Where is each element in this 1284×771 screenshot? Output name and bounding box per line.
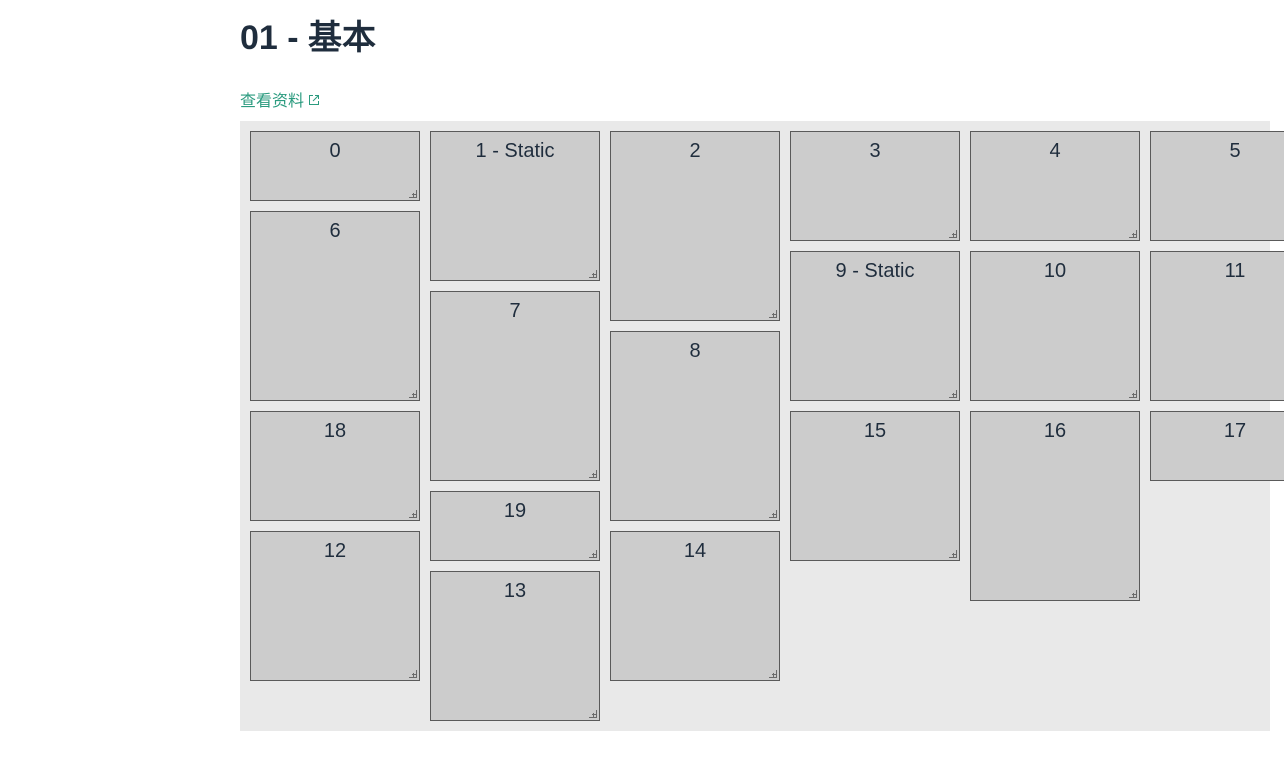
grid-item-label: 4 bbox=[1049, 140, 1060, 162]
grid-item-item-10[interactable]: 10 bbox=[970, 251, 1140, 401]
grid-item-item-5[interactable]: 5 bbox=[1150, 131, 1284, 241]
grid-item-label: 3 bbox=[869, 140, 880, 162]
grid-item-item-17[interactable]: 17 bbox=[1150, 411, 1284, 481]
view-docs-link[interactable]: 查看资料 bbox=[240, 87, 320, 111]
grid-item-label: 9 - Static bbox=[836, 260, 915, 282]
view-docs-label: 查看资料 bbox=[240, 87, 304, 111]
grid-item-label: 0 bbox=[329, 140, 340, 162]
grid-item-item-11[interactable]: 11 bbox=[1150, 251, 1284, 401]
resize-handle-icon[interactable] bbox=[587, 708, 597, 718]
grid-item-label: 7 bbox=[509, 300, 520, 322]
resize-handle-icon[interactable] bbox=[767, 308, 777, 318]
resize-handle-icon bbox=[947, 388, 957, 398]
grid-item-item-7[interactable]: 7 bbox=[430, 291, 600, 481]
resize-handle-icon[interactable] bbox=[407, 668, 417, 678]
grid-item-item-2[interactable]: 2 bbox=[610, 131, 780, 321]
resize-handle-icon[interactable] bbox=[947, 228, 957, 238]
resize-handle-icon[interactable] bbox=[407, 508, 417, 518]
grid-item-label: 17 bbox=[1224, 420, 1246, 442]
grid-item-label: 12 bbox=[324, 540, 346, 562]
resize-handle-icon[interactable] bbox=[587, 548, 597, 558]
grid-item-item-15[interactable]: 15 bbox=[790, 411, 960, 561]
grid-item-item-12[interactable]: 12 bbox=[250, 531, 420, 681]
page-title: 01 - 基本 bbox=[240, 10, 1244, 59]
grid-layout[interactable]: 0 1 - Static 2 3 4 5 6 7 8 9 - Static 10 11 12 13 14 15… bbox=[240, 121, 1270, 731]
resize-handle-icon[interactable] bbox=[767, 508, 777, 518]
grid-item-item-16[interactable]: 16 bbox=[970, 411, 1140, 601]
resize-handle-icon[interactable] bbox=[407, 188, 417, 198]
resize-handle-icon[interactable] bbox=[1127, 228, 1137, 238]
resize-handle-icon[interactable] bbox=[947, 548, 957, 558]
grid-item-label: 2 bbox=[689, 140, 700, 162]
grid-item-label: 14 bbox=[684, 540, 706, 562]
external-link-icon bbox=[308, 93, 320, 105]
grid-item-item-19[interactable]: 19 bbox=[430, 491, 600, 561]
grid-item-label: 11 bbox=[1225, 260, 1246, 282]
resize-handle-icon[interactable] bbox=[1127, 388, 1137, 398]
grid-item-label: 5 bbox=[1229, 140, 1240, 162]
resize-handle-icon[interactable] bbox=[407, 388, 417, 398]
grid-item-item-8[interactable]: 8 bbox=[610, 331, 780, 521]
resize-handle-icon[interactable] bbox=[1127, 588, 1137, 598]
grid-item-label: 6 bbox=[329, 220, 340, 242]
grid-item-item-3[interactable]: 3 bbox=[790, 131, 960, 241]
grid-item-item-0[interactable]: 0 bbox=[250, 131, 420, 201]
grid-item-item-9: 9 - Static bbox=[790, 251, 960, 401]
grid-item-item-13[interactable]: 13 bbox=[430, 571, 600, 721]
grid-item-item-4[interactable]: 4 bbox=[970, 131, 1140, 241]
grid-item-item-14[interactable]: 14 bbox=[610, 531, 780, 681]
grid-item-label: 8 bbox=[689, 340, 700, 362]
grid-item-label: 16 bbox=[1044, 420, 1066, 442]
grid-item-item-18[interactable]: 18 bbox=[250, 411, 420, 521]
grid-item-item-1: 1 - Static bbox=[430, 131, 600, 281]
grid-item-label: 1 - Static bbox=[476, 140, 555, 162]
grid-item-label: 19 bbox=[504, 500, 526, 522]
resize-handle-icon[interactable] bbox=[587, 468, 597, 478]
resize-handle-icon[interactable] bbox=[767, 668, 777, 678]
grid-item-label: 18 bbox=[324, 420, 346, 442]
resize-handle-icon bbox=[587, 268, 597, 278]
grid-item-label: 10 bbox=[1044, 260, 1066, 282]
grid-item-item-6[interactable]: 6 bbox=[250, 211, 420, 401]
grid-item-label: 13 bbox=[504, 580, 526, 602]
grid-item-label: 15 bbox=[864, 420, 886, 442]
